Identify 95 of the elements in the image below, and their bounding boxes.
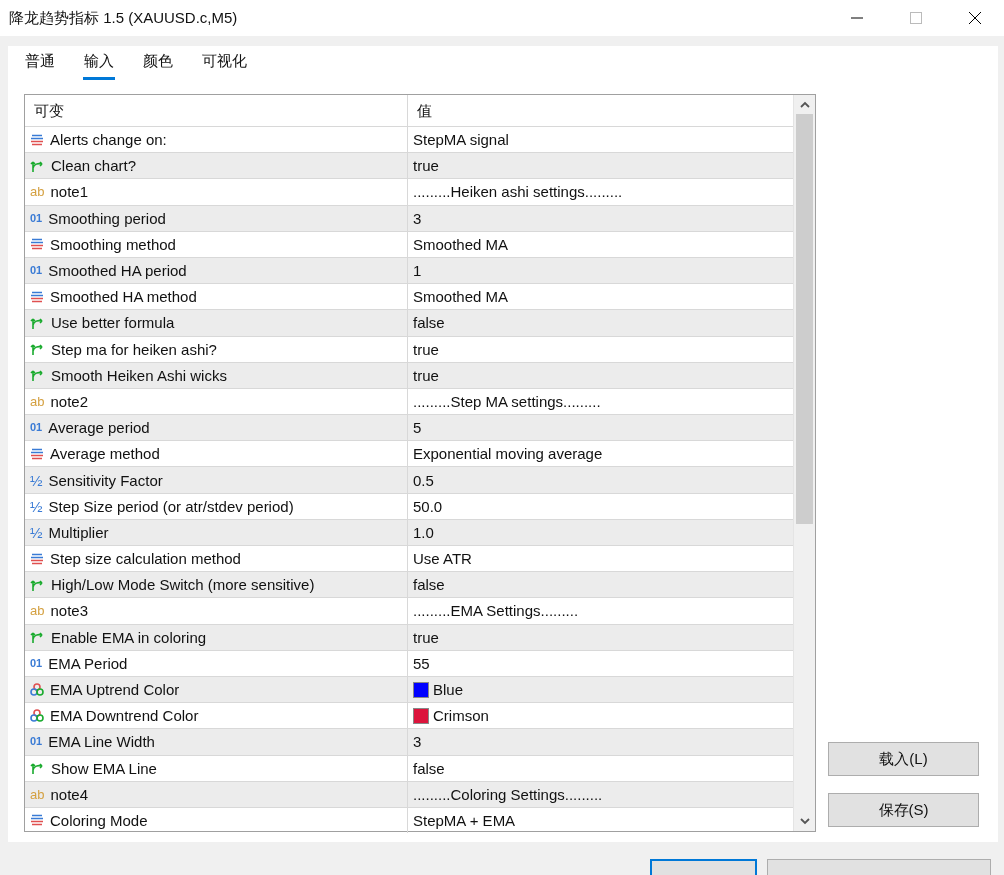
list-icon	[30, 814, 44, 827]
parameter-value[interactable]: true	[413, 340, 439, 358]
parameter-name: note4	[50, 785, 88, 803]
parameter-value[interactable]: false	[413, 576, 445, 594]
default-button[interactable]	[650, 859, 757, 875]
list-icon	[30, 447, 44, 460]
parameter-value[interactable]: true	[413, 628, 439, 646]
parameter-name: Step Size period (or atr/stdev period)	[48, 497, 294, 515]
parameter-value[interactable]: .........Coloring Settings.........	[413, 785, 603, 803]
parameter-value[interactable]: Crimson	[433, 707, 489, 725]
fraction-type-icon: ½	[30, 498, 43, 514]
parameter-name: note1	[50, 183, 88, 201]
tab[interactable]: 颜色	[142, 52, 174, 80]
list-icon	[30, 290, 44, 303]
parameter-name: Average period	[48, 419, 150, 437]
parameter-name: Smoothed HA period	[48, 262, 187, 280]
parameter-name: Coloring Mode	[50, 811, 148, 829]
dialog-button[interactable]: 保存(S)	[828, 793, 979, 827]
branch-arrow-icon	[30, 315, 45, 330]
parameter-name: EMA Uptrend Color	[50, 681, 180, 699]
parameter-name: Smooth Heiken Ashi wicks	[51, 366, 227, 384]
text-type-icon: ab	[30, 787, 45, 801]
parameter-value[interactable]: Exponential moving average	[413, 445, 603, 463]
parameter-name: Sensitivity Factor	[48, 471, 163, 489]
parameter-name: note2	[50, 392, 88, 410]
parameter-value[interactable]: StepMA signal	[413, 131, 509, 149]
parameter-name: High/Low Mode Switch (more sensitive)	[51, 576, 315, 594]
integer-type-icon: 01	[30, 657, 43, 669]
parameter-value[interactable]: false	[413, 314, 445, 332]
dialog-button[interactable]: 载入(L)	[828, 742, 979, 776]
fraction-type-icon: ½	[30, 524, 43, 540]
list-icon	[30, 238, 44, 251]
tab[interactable]: 可视化	[201, 52, 248, 80]
parameter-name: Step ma for heiken ashi?	[51, 340, 217, 358]
scroll-up-icon[interactable]	[799, 101, 810, 108]
integer-type-icon: 01	[30, 422, 43, 434]
branch-arrow-icon	[30, 761, 45, 776]
parameter-value[interactable]: 50.0	[413, 497, 443, 515]
parameter-value[interactable]: 3	[413, 733, 422, 751]
list-icon	[30, 133, 44, 146]
parameter-value[interactable]: true	[413, 157, 439, 175]
parameter-value[interactable]: Smoothed MA	[413, 235, 509, 253]
palette-icon	[30, 683, 44, 697]
palette-icon	[30, 709, 44, 723]
branch-arrow-icon	[30, 342, 45, 357]
parameter-name: EMA Period	[48, 654, 128, 672]
parameter-value[interactable]: StepMA + EMA	[413, 811, 516, 829]
tab[interactable]: 普通	[24, 52, 56, 80]
parameter-name: Average method	[50, 445, 160, 463]
close-icon[interactable]	[968, 11, 982, 25]
parameter-value[interactable]: true	[413, 366, 439, 384]
branch-arrow-icon	[30, 368, 45, 383]
parameter-name: note3	[50, 602, 88, 620]
branch-arrow-icon	[30, 577, 45, 592]
parameter-value[interactable]: Smoothed MA	[413, 288, 509, 306]
parameter-value[interactable]: 3	[413, 209, 422, 227]
parameter-value[interactable]: .........Heiken ashi settings.........	[413, 183, 623, 201]
fraction-type-icon: ½	[30, 472, 43, 488]
column-header: 可变	[25, 95, 408, 126]
scroll-down-icon[interactable]	[799, 818, 810, 825]
parameter-name: EMA Downtrend Color	[50, 707, 199, 725]
branch-arrow-icon	[30, 158, 45, 173]
parameter-name: Smoothed HA method	[50, 288, 197, 306]
list-icon	[30, 552, 44, 565]
text-type-icon: ab	[30, 604, 45, 618]
parameter-value[interactable]: Blue	[433, 681, 464, 699]
parameter-value[interactable]: .........EMA Settings.........	[413, 602, 579, 620]
integer-type-icon: 01	[30, 265, 43, 277]
parameter-name: Smoothing period	[48, 209, 166, 227]
parameter-value[interactable]: false	[413, 759, 445, 777]
parameter-name: Alerts change on:	[50, 131, 167, 149]
parameter-name: Clean chart?	[51, 157, 137, 175]
parameter-name: Multiplier	[48, 523, 109, 541]
parameter-value[interactable]: .........Step MA settings.........	[413, 392, 601, 410]
window-title: 降龙趋势指标 1.5 (XAUUSD.c,M5)	[9, 8, 238, 28]
branch-arrow-icon	[30, 630, 45, 645]
parameter-value[interactable]: 1.0	[413, 523, 434, 541]
parameter-value[interactable]: 55	[413, 654, 430, 672]
parameter-name: Smoothing method	[50, 235, 176, 253]
parameter-value[interactable]: 1	[413, 262, 422, 280]
integer-type-icon: 01	[30, 212, 43, 224]
parameter-name: EMA Line Width	[48, 733, 155, 751]
parameter-name: Use better formula	[51, 314, 175, 332]
integer-type-icon: 01	[30, 736, 43, 748]
tab[interactable]: 输入	[83, 52, 115, 80]
parameter-name: Enable EMA in coloring	[51, 628, 207, 646]
parameter-name: Step size calculation method	[50, 550, 241, 568]
text-type-icon: ab	[30, 185, 45, 199]
text-type-icon: ab	[30, 394, 45, 408]
scrollbar[interactable]	[793, 95, 815, 831]
column-header: 值	[416, 101, 433, 121]
parameter-value[interactable]: Use ATR	[413, 550, 472, 568]
parameter-name: Show EMA Line	[51, 759, 157, 777]
parameter-value[interactable]: 0.5	[413, 471, 434, 489]
parameter-value[interactable]: 5	[413, 419, 422, 437]
